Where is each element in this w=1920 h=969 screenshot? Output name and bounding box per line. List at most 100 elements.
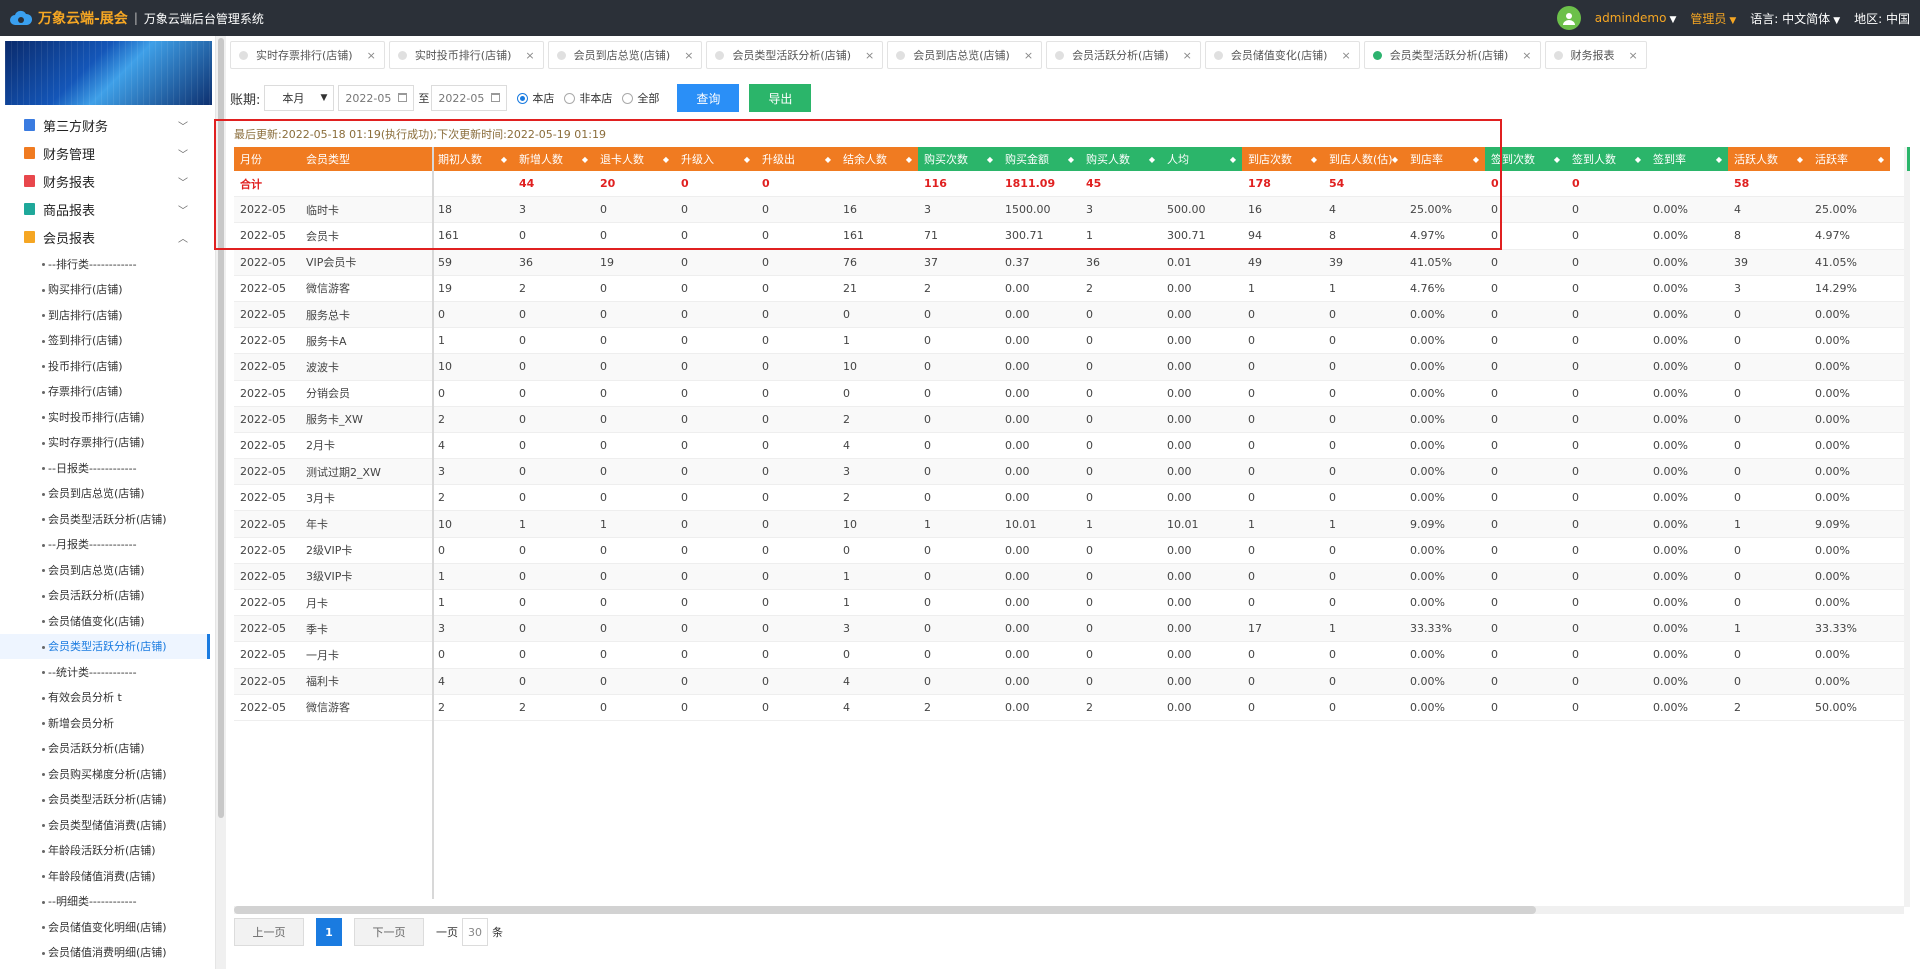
column-header[interactable]: 购买人数 ◆ [1080,147,1161,171]
sort-icon[interactable]: ◆ [744,155,750,164]
sidebar-item[interactable]: --排行类------------ [0,251,210,277]
column-header[interactable]: 签到次数 ◆ [1485,147,1566,171]
sort-icon[interactable]: ◆ [1311,155,1317,164]
export-button[interactable]: 导出 [749,84,812,112]
sidebar-item[interactable]: 会员活跃分析(店铺) [0,736,210,762]
sidebar-item[interactable]: 会员购买梯度分析(店铺) [0,761,210,787]
column-header[interactable]: 升级入 ◆ [675,147,756,171]
column-header[interactable]: 到店次数 ◆ [1242,147,1323,171]
table-row[interactable]: 2022-05 VIP会员卡 59 36 19 0 0 76 37 0.37 36 0.01 49 39 4… [234,249,1910,276]
tab-4[interactable]: 会员到店总览(店铺) × [887,41,1043,69]
sidebar-item[interactable]: 存票排行(店铺) [0,379,210,405]
sort-icon[interactable]: ◆ [1149,155,1155,164]
table-row[interactable]: 2022-05 月卡 1 0 0 0 0 1 0 0.00 0 0.00 0 0 0.00% 0 0 0.00% 0… [234,590,1910,617]
sidebar-item[interactable]: 有效会员分析 t [0,685,210,711]
sort-icon[interactable]: ◆ [1878,155,1884,164]
sidebar-item[interactable]: 会员储值消费明细(店铺) [0,940,210,966]
sidebar-item[interactable]: 会员活跃分析(店铺) [0,583,210,609]
sidebar-item[interactable]: 会员类型活跃分析(店铺) [0,633,210,659]
tab-0[interactable]: 实时存票排行(店铺) × [230,41,385,69]
sidebar-item[interactable]: 会员储值变化明细(店铺) [0,914,210,940]
horizontal-scrollbar-thumb[interactable] [234,906,1536,914]
sort-icon[interactable]: ◆ [1716,155,1722,164]
sidebar-group-1[interactable]: 财务管理 ﹀ [0,139,210,167]
tab-1[interactable]: 实时投币排行(店铺) × [388,41,544,69]
table-row[interactable]: 2022-05 分销会员 0 0 0 0 0 0 0 0.00 0 0.00 0 0 0.00% 0 0 0.00… [234,381,1910,407]
table-row[interactable]: 2022-05 2级VIP卡 0 0 0 0 0 0 0 0.00 0 0.00 0 0 0.00% 0 0 0.… [234,538,1910,564]
sidebar-item[interactable]: 会员类型活跃分析(店铺) [0,787,210,813]
sidebar-item[interactable]: --明细类------------ [0,889,210,915]
date-to-input[interactable]: 2022-05 [431,85,508,111]
table-row[interactable]: 2022-05 3月卡 2 0 0 0 0 2 0 0.00 0 0.00 0 0 0.00% 0 0 0.00%… [234,485,1910,512]
table-row[interactable]: 2022-05 会员卡 161 0 0 0 0 161 71 300.71 1 300.71 94 8 4.… [234,223,1910,250]
radio-all[interactable]: 全部 [622,90,659,106]
sidebar-item[interactable]: 投币排行(店铺) [0,353,210,379]
table-row[interactable]: 2022-05 一月卡 0 0 0 0 0 0 0 0.00 0 0.00 0 0 0.00% 0 0 0.00%… [234,642,1910,669]
sidebar-item[interactable]: 会员到店总览(店铺) [0,481,210,507]
sidebar-scrollbar[interactable] [216,36,226,969]
user-menu[interactable]: admindemo ▼ [1595,11,1677,25]
close-icon[interactable]: × [1341,49,1350,62]
sort-icon[interactable]: ◆ [1635,155,1641,164]
sort-icon[interactable]: ◆ [1230,155,1236,164]
sidebar-item[interactable]: 会员升级历史(店铺) [0,965,210,969]
column-header[interactable]: 签到人数 ◆ [1566,147,1647,171]
sort-icon[interactable]: ◆ [906,155,912,164]
per-page-input[interactable]: 30 [462,918,488,946]
table-row[interactable]: 2022-05 临时卡 18 3 0 0 0 16 3 1500.00 3 500.00 16 4 25.0… [234,197,1910,224]
sort-icon[interactable]: ◆ [1554,155,1560,164]
column-header[interactable]: 签到率 ◆ [1647,147,1728,171]
sidebar-item[interactable]: 年龄段活跃分析(店铺) [0,838,210,864]
close-icon[interactable]: × [684,49,693,62]
query-button[interactable]: 查询 [677,84,740,112]
tab-5[interactable]: 会员活跃分析(店铺) × [1046,41,1201,69]
table-horizontal-scrollbar[interactable] [234,906,1904,914]
sort-icon[interactable]: ◆ [825,155,831,164]
sidebar-item[interactable]: 实时投币排行(店铺) [0,404,210,430]
close-icon[interactable]: × [367,49,376,62]
table-row[interactable]: 2022-05 服务总卡 0 0 0 0 0 0 0 0.00 0 0.00 0 0 0.00% 0 0 0.00… [234,301,1910,329]
date-from-input[interactable]: 2022-05 [338,85,415,111]
table-row[interactable]: 2022-05 微信游客 19 2 0 0 0 21 2 0.00 2 0.00 1 1 4.76% 0 0 0.… [234,276,1910,302]
close-icon[interactable]: × [1024,49,1033,62]
period-select[interactable]: 本月 ▼ [264,85,335,111]
sidebar-group-3[interactable]: 商品报表 ﹀ [0,195,210,223]
radio-other-store[interactable]: 非本店 [564,90,612,106]
table-row[interactable]: 2022-05 2月卡 4 0 0 0 0 4 0 0.00 0 0.00 0 0 0.00% 0 0 0.00%… [234,433,1910,460]
table-row[interactable]: 2022-05 季卡 3 0 0 0 0 3 0 0.00 0 0.00 17 1 33.33% 0 0 0.00… [234,616,1910,643]
close-icon[interactable]: × [1629,49,1638,62]
column-header[interactable]: 退卡人数 ◆ [594,147,675,171]
column-header[interactable]: 会员类型 [300,147,432,171]
sidebar-item[interactable]: --月报类------------ [0,532,210,558]
sort-icon[interactable]: ◆ [1473,155,1479,164]
language-menu[interactable]: 语言: 中文简体 ▼ [1750,10,1840,27]
table-row[interactable]: 2022-05 年卡 10 1 1 0 0 10 1 10.01 1 10.01 1 1 9.09% 0 0 0.… [234,511,1910,538]
sort-icon[interactable]: ◆ [663,155,669,164]
page-number-button[interactable]: 1 [316,918,342,946]
column-header[interactable]: 人均 ◆ [1161,147,1242,171]
column-header[interactable]: 升级出 ◆ [756,147,837,171]
close-icon[interactable]: × [1522,49,1531,62]
sidebar-item[interactable]: 年龄段储值消费(店铺) [0,863,210,889]
column-header[interactable]: 到店率 ◆ [1404,147,1485,171]
table-row[interactable]: 2022-05 测试过期2_XW 3 0 0 0 0 3 0 0.00 0 0.00 0 0 0.00% 0 0… [234,459,1910,486]
column-header[interactable]: 活跃人数 ◆ [1728,147,1809,171]
sidebar-item[interactable]: 会员类型活跃分析(店铺) [0,506,210,532]
sidebar-group-2[interactable]: 财务报表 ﹀ [0,167,210,195]
sidebar-item[interactable]: 会员到店总览(店铺) [0,557,210,583]
sidebar-item[interactable]: 签到排行(店铺) [0,328,210,354]
sort-icon[interactable]: ◆ [582,155,588,164]
region-menu[interactable]: 地区: 中国 [1854,10,1910,27]
column-header[interactable]: 活跃率 ◆ [1809,147,1890,171]
close-icon[interactable]: × [865,49,874,62]
column-header[interactable]: 期初人数 ◆ [432,147,513,171]
tab-2[interactable]: 会员到店总览(店铺) × [547,41,703,69]
column-header[interactable]: 结余人数 ◆ [837,147,918,171]
sidebar-item[interactable]: 会员储值变化(店铺) [0,608,210,634]
sidebar-item[interactable]: 购买排行(店铺) [0,277,210,303]
tab-7[interactable]: 会员类型活跃分析(店铺) × [1363,41,1541,69]
sort-icon[interactable]: ◆ [987,155,993,164]
sidebar-item[interactable]: 会员类型储值消费(店铺) [0,812,210,838]
sort-icon[interactable]: ◆ [1797,155,1803,164]
close-icon[interactable]: × [525,49,534,62]
